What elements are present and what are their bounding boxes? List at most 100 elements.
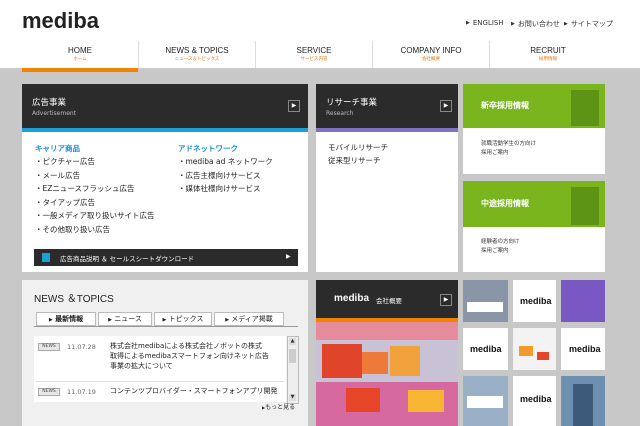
news-headline-link[interactable]: 株式会社medibaによる株式会社ノボットの株式 取得によるmedibaスマート… [110,341,286,371]
ad-network-title[interactable]: アドネットワーク [178,143,238,154]
mediba-thumbnail[interactable]: mediba [463,328,508,370]
tab-topics[interactable]: ▶ トピックス [154,312,212,326]
tab-media[interactable]: ▶ メディア掲載 [214,312,284,326]
triangle-icon: ▶ [564,21,568,27]
sitemap-link[interactable]: ▶ サイトマップ [564,19,613,29]
tab-news-label: ニュース [114,315,142,323]
new-grad-line2: 採用ご案内 [481,150,509,156]
tab-divider [34,326,298,327]
arrow-right-icon: ▶ [286,253,291,260]
list-item[interactable]: ・メール広告 [35,169,154,183]
advertisement-stripe [22,128,308,132]
thumb-logo: mediba [569,344,601,354]
new-grad-recruit-header[interactable]: 新卒採用情報 [463,84,605,128]
download-button[interactable]: 広告商品説明 ＆ セールスシートダウンロード ▶ [34,249,298,266]
new-grad-description: 就職活動学生の方向け 採用ご案内 [481,140,536,158]
career-products-list: ・ピクチャー広告 ・メール広告 ・EZニュースフラッシュ広告 ・タイアップ広告 … [35,155,154,237]
company-label: 会社概要 [376,297,402,305]
mobile-research-link[interactable]: モバイルリサーチ [328,141,388,155]
document-icon [42,253,50,262]
triangle-icon: ▶ [162,317,167,323]
nav-recruit-label: RECRUIT [530,46,566,55]
nav-recruit-sublabel: 採用情報 [539,57,557,62]
list-item[interactable]: ・一般メディア取り扱いサイト広告 [35,209,154,223]
nav-recruit[interactable]: RECRUIT 採用情報 [489,41,606,69]
list-item[interactable]: ・媒体社様向けサービス [178,182,273,196]
advertisement-header[interactable]: 広告事業 Advertisement ▶ [22,84,308,128]
scroll-down-icon[interactable]: ▼ [289,394,296,401]
list-item[interactable]: ・広告主様向けサービス [178,169,273,183]
ad-network-list: ・mediba ad ネットワーク ・広告主様向けサービス ・媒体社様向けサービ… [178,155,273,196]
nav-company-sublabel: 会社概要 [422,57,440,62]
thumb-logo: mediba [470,344,502,354]
sitemap-label: サイトマップ [570,20,613,28]
new-grad-title: 新卒採用情報 [481,101,529,110]
triangle-icon: ▶ [108,317,112,323]
nav-news-label: NEWS & TOPICS [165,46,229,55]
nav-home[interactable]: HOME ホーム [22,41,138,69]
tab-news[interactable]: ▶ ニュース [98,312,152,326]
list-item[interactable]: ・EZニュースフラッシュ広告 [35,182,154,196]
list-item[interactable]: ・ピクチャー広告 [35,155,154,169]
mediba-thumbnail[interactable]: mediba [513,376,556,426]
triangle-icon: ▶ [48,317,53,323]
nav-company-label: COMPANY INFO [400,46,462,55]
research-header[interactable]: リサーチ事業 Research ▶ [316,84,458,128]
thumb-logo: mediba [520,296,552,306]
person-photo [571,90,599,126]
mediba-thumbnail[interactable]: mediba [561,328,605,370]
contact-label: お問い合わせ [517,20,560,28]
triangle-icon: ▶ [511,21,515,27]
scroll-up-icon[interactable]: ▲ [289,338,296,345]
news-scrollbar[interactable]: ▲ ▼ [287,336,299,404]
mid-career-recruit-header[interactable]: 中途採用情報 [463,181,605,227]
mid-career-line2: 採用ご案内 [481,248,509,254]
list-item[interactable]: ・その他取り扱い広告 [35,223,154,237]
contact-link[interactable]: ▶ お問い合わせ [511,19,560,29]
nav-home-sublabel: ホーム [73,57,87,62]
arrow-right-icon[interactable]: ▶ [440,294,452,306]
news-badge: NEWS [38,388,60,396]
thumb-logo: mediba [520,394,552,404]
office-desk-photo[interactable] [463,376,508,426]
nav-service-label: SERVICE [296,46,332,55]
nav-news-topics[interactable]: NEWS & TOPICS ニュース＆トピックス [138,41,255,69]
career-products-title[interactable]: キャリア商品 [35,143,80,154]
company-logo: mediba [334,293,370,304]
meeting-room-photo[interactable] [463,280,508,322]
nav-service[interactable]: SERVICE サービス内容 [255,41,372,69]
building-photo[interactable] [561,376,605,426]
advertisement-title: 広告事業 [32,98,67,108]
more-label: もっと見る [265,404,296,411]
triangle-icon: ▶ [225,317,230,323]
mediba-thumbnail[interactable]: mediba [513,280,556,322]
news-date: 11.07.19 [67,388,96,396]
purple-art-photo[interactable] [561,280,605,322]
scroll-thumb[interactable] [289,349,296,363]
mid-career-line1: 経験者の方向け [481,239,520,245]
list-item[interactable]: ・タイアップ広告 [35,196,154,210]
nav-news-sublabel: ニュース＆トピックス [174,57,220,62]
advertisement-subtitle: Advertisement [32,110,77,117]
traditional-research-link[interactable]: 従来型リサーチ [328,154,381,168]
tab-topics-label: トピックス [168,315,204,323]
new-grad-line1: 就職活動学生の方向け [481,141,537,147]
mid-career-description: 経験者の方向け 採用ご案内 [481,238,520,256]
tab-latest[interactable]: ▶ 最新情報 [36,312,96,326]
logo-text: mediba [22,8,100,33]
arrow-right-icon[interactable]: ▶ [440,100,452,112]
download-label: 広告商品説明 ＆ セールスシートダウンロード [60,255,195,263]
company-header[interactable]: mediba 会社概要 ▶ [316,280,458,318]
mid-career-title: 中途採用情報 [481,199,529,208]
news-headline-link[interactable]: コンテンツプロバイダー・スマートフォンアプリ開発 [110,386,288,396]
nav-service-sublabel: サービス内容 [300,57,328,62]
research-stripe [316,128,458,132]
nav-company-info[interactable]: COMPANY INFO 会社概要 [372,41,489,69]
english-link[interactable]: ▶ ENGLISH [466,19,504,27]
office-photo[interactable] [316,322,458,426]
mediba-logo[interactable]: mediba [22,8,99,34]
lounge-photo[interactable] [513,328,556,370]
list-item[interactable]: ・mediba ad ネットワーク [178,155,273,169]
more-link[interactable]: ▶もっと見る [262,402,295,411]
arrow-right-icon[interactable]: ▶ [288,100,300,112]
